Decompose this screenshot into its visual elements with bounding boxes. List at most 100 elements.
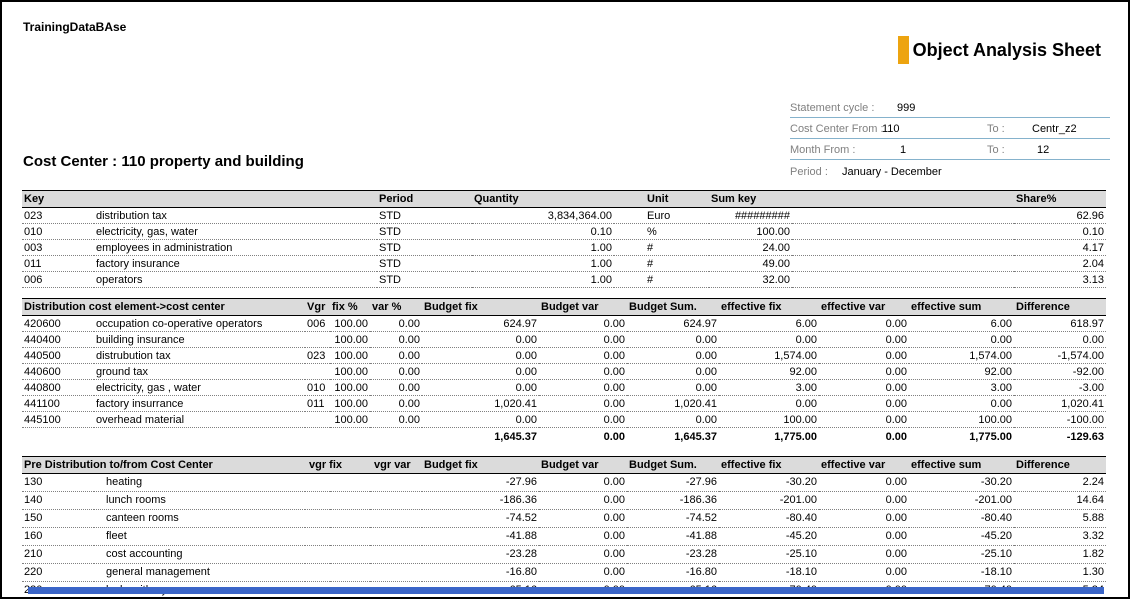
cost-center-to-value: Centr_z2: [1032, 123, 1077, 135]
cell: 220: [22, 563, 94, 581]
cell: 0.00: [819, 509, 909, 527]
cell: [330, 545, 370, 563]
cell: 420600: [22, 316, 94, 332]
cell: -30.20: [909, 473, 1014, 491]
col-header-budget-sum: Budget Sum.: [627, 456, 719, 473]
cell: [792, 272, 1014, 288]
col-header-key: Key: [22, 191, 94, 208]
section-title-distribution: Distribution cost element->cost center: [22, 299, 305, 316]
cell: occupation co-operative operators: [94, 316, 305, 332]
table-row: 220general management-16.800.00-16.80-18…: [22, 563, 1106, 581]
cell: 3.13: [1014, 272, 1106, 288]
cell: 100.00: [330, 316, 370, 332]
total-cell: 1,645.37: [627, 428, 719, 446]
cell: 140: [22, 491, 94, 509]
cost-center-from-label: Cost Center From :: [790, 123, 884, 135]
cell: 023: [22, 208, 94, 224]
table-row: 440600ground tax100.000.000.000.000.0092…: [22, 364, 1106, 380]
table-row: 006operatorsSTD1.00#32.003.13: [22, 272, 1106, 288]
cell: heating: [94, 473, 305, 491]
horizontal-scrollbar[interactable]: [28, 587, 1104, 594]
cell: building insurance: [94, 332, 305, 348]
cell: 3.32: [1014, 527, 1106, 545]
cell: -41.88: [627, 527, 719, 545]
col-header-budget-var: Budget var: [539, 299, 627, 316]
cell: 441100: [22, 396, 94, 412]
total-cell: 1,775.00: [909, 428, 1014, 446]
cell: 010: [22, 224, 94, 240]
cell: 1.82: [1014, 545, 1106, 563]
table-row: 445100overhead material100.000.000.000.0…: [22, 412, 1106, 428]
cell: 92.00: [909, 364, 1014, 380]
col-header-effective-sum: effective sum: [909, 299, 1014, 316]
key-statistics-table: KeyPeriodQuantityUnitSum keyShare%023dis…: [22, 190, 1106, 288]
table-header-row: Distribution cost element->cost centerVg…: [22, 299, 1106, 316]
total-cell: [22, 428, 94, 446]
cell: 100.00: [330, 380, 370, 396]
cell: 1.00: [472, 256, 614, 272]
cell: #: [614, 272, 709, 288]
cell: 440500: [22, 348, 94, 364]
cell: -100.00: [1014, 412, 1106, 428]
cell: -201.00: [719, 491, 819, 509]
cell: 0.00: [422, 412, 539, 428]
cell: -23.28: [627, 545, 719, 563]
month-from-value: 1: [900, 144, 906, 156]
col-header-difference: Difference: [1014, 299, 1106, 316]
cell: electricity, gas, water: [94, 224, 377, 240]
cell: [330, 527, 370, 545]
report-parameters: Statement cycle : 999 Cost Center From :…: [790, 97, 1110, 181]
statement-cycle-label: Statement cycle :: [790, 102, 874, 114]
cell: 0.00: [819, 332, 909, 348]
cell: overhead material: [94, 412, 305, 428]
col-header-vgr: Vgr: [305, 299, 330, 316]
col-header-effective-var: effective var: [819, 456, 909, 473]
cost-center-from-value: 110: [882, 123, 900, 135]
cell: 100.00: [909, 412, 1014, 428]
cell: general management: [94, 563, 305, 581]
section-title-pre-distribution: Pre Distribution to/from Cost Center: [22, 456, 305, 473]
param-period: Period : January - December: [790, 160, 1110, 181]
cell: factory insurrance: [94, 396, 305, 412]
col-header-budget-fix: Budget fix: [422, 456, 539, 473]
cell: 0.00: [539, 396, 627, 412]
cell: 1.00: [472, 240, 614, 256]
cell: 0.00: [627, 348, 719, 364]
cell: 0.00: [627, 364, 719, 380]
cost-center-to-label: To :: [987, 123, 1005, 135]
cell: -74.52: [627, 509, 719, 527]
total-cell: [330, 428, 370, 446]
cell: 5.88: [1014, 509, 1106, 527]
cell: canteen rooms: [94, 509, 305, 527]
col-header-effective-fix: effective fix: [719, 456, 819, 473]
cell: 0.00: [539, 364, 627, 380]
cell: 0.00: [719, 396, 819, 412]
cell: -3.00: [1014, 380, 1106, 396]
table-header-row: KeyPeriodQuantityUnitSum keyShare%: [22, 191, 1106, 208]
cell: 011: [22, 256, 94, 272]
cell: [305, 545, 330, 563]
period-label: Period :: [790, 166, 828, 178]
cell: -45.20: [909, 527, 1014, 545]
cell: -18.10: [909, 563, 1014, 581]
cell: 100.00: [709, 224, 792, 240]
report-body: KeyPeriodQuantityUnitSum keyShare%023 dis…: [22, 190, 1106, 599]
cell: [305, 563, 330, 581]
cell: distrubution tax: [94, 348, 305, 364]
cell: 440800: [22, 380, 94, 396]
cell: [305, 491, 330, 509]
cell: [370, 473, 422, 491]
cell: 0.00: [819, 527, 909, 545]
param-cost-center-range: Cost Center From : 110 To : Centr_z2: [790, 118, 1110, 139]
title-accent-bar: [898, 36, 909, 64]
cell: -16.80: [422, 563, 539, 581]
table-row: 003employees in administrationSTD1.00#24…: [22, 240, 1106, 256]
cell: -186.36: [627, 491, 719, 509]
table-row: 210cost accounting-23.280.00-23.28-25.10…: [22, 545, 1106, 563]
cell: 2.24: [1014, 473, 1106, 491]
total-cell: [94, 428, 305, 446]
period-value: January - December: [842, 166, 942, 178]
cell: 1,574.00: [909, 348, 1014, 364]
cell: Euro: [614, 208, 709, 224]
cell: #: [614, 240, 709, 256]
